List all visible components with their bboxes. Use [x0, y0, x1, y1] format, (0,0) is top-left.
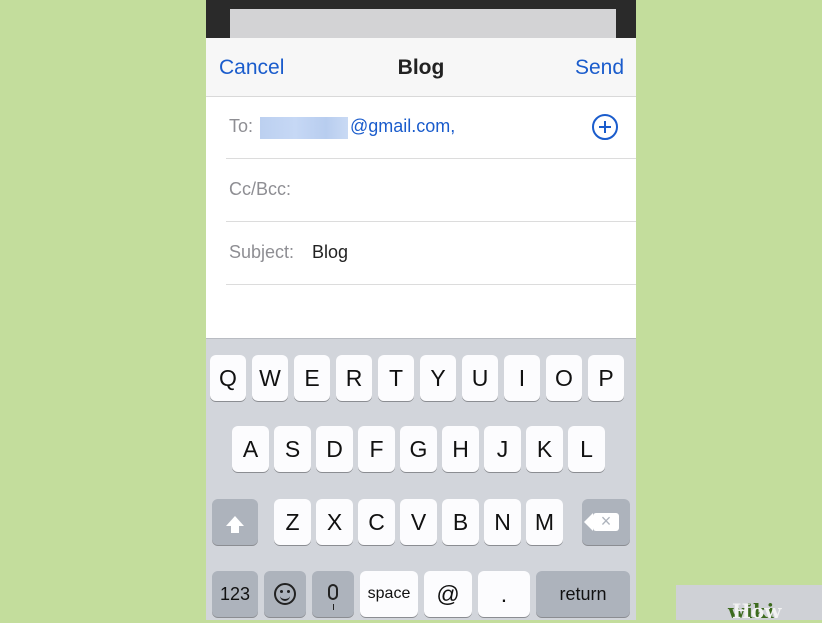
- add-contact-icon[interactable]: [592, 114, 618, 140]
- to-label: To:: [229, 116, 254, 136]
- compose-nav-bar: Cancel Blog Send: [206, 38, 636, 97]
- send-button[interactable]: Send: [575, 56, 624, 80]
- key-l[interactable]: L: [568, 426, 605, 472]
- subject-field[interactable]: Subject: Blog: [226, 222, 636, 285]
- key-a[interactable]: A: [232, 426, 269, 472]
- to-recipient[interactable]: @gmail.com,: [350, 116, 455, 137]
- shift-key[interactable]: [212, 499, 258, 545]
- subject-label: Subject:: [229, 242, 295, 262]
- numbers-key[interactable]: 123: [212, 571, 258, 617]
- space-key[interactable]: space: [360, 571, 418, 617]
- to-field[interactable]: To: @gmail.com,: [226, 96, 636, 159]
- delete-key[interactable]: [582, 499, 630, 545]
- key-u[interactable]: U: [462, 355, 498, 401]
- cc-bcc-field[interactable]: Cc/Bcc:: [226, 159, 636, 222]
- key-o[interactable]: O: [546, 355, 582, 401]
- key-z[interactable]: Z: [274, 499, 311, 545]
- key-w[interactable]: W: [252, 355, 288, 401]
- key-g[interactable]: G: [400, 426, 437, 472]
- key-f[interactable]: F: [358, 426, 395, 472]
- phone-screen: Cancel Blog Send To: @gmail.com, Cc/Bcc:…: [206, 0, 636, 620]
- dictation-key[interactable]: [312, 571, 354, 617]
- key-c[interactable]: C: [358, 499, 395, 545]
- key-h[interactable]: H: [442, 426, 479, 472]
- emoji-key[interactable]: [264, 571, 306, 617]
- subject-value[interactable]: Blog: [312, 242, 348, 263]
- watermark-how: How: [732, 599, 782, 623]
- cc-bcc-label: Cc/Bcc:: [229, 179, 292, 199]
- microphone-icon: [328, 583, 338, 610]
- key-n[interactable]: N: [484, 499, 521, 545]
- return-key[interactable]: return: [536, 571, 630, 617]
- shift-icon: [226, 516, 244, 533]
- key-p[interactable]: P: [588, 355, 624, 401]
- status-bar: [206, 0, 636, 38]
- key-t[interactable]: T: [378, 355, 414, 401]
- key-s[interactable]: S: [274, 426, 311, 472]
- key-i[interactable]: I: [504, 355, 540, 401]
- key-b[interactable]: B: [442, 499, 479, 545]
- key-v[interactable]: V: [400, 499, 437, 545]
- key-x[interactable]: X: [316, 499, 353, 545]
- status-bar-area: [230, 9, 616, 38]
- key-e[interactable]: E: [294, 355, 330, 401]
- period-key[interactable]: .: [478, 571, 530, 617]
- at-key[interactable]: @: [424, 571, 472, 617]
- key-d[interactable]: D: [316, 426, 353, 472]
- emoji-icon: [274, 582, 296, 605]
- key-r[interactable]: R: [336, 355, 372, 401]
- key-q[interactable]: Q: [210, 355, 246, 401]
- delete-icon: [584, 510, 619, 532]
- key-y[interactable]: Y: [420, 355, 456, 401]
- redacted-email-name: [260, 117, 348, 139]
- wikihow-watermark: wiki How: [676, 585, 822, 623]
- compose-title: Blog: [397, 56, 445, 79]
- key-k[interactable]: K: [526, 426, 563, 472]
- key-j[interactable]: J: [484, 426, 521, 472]
- keyboard: Q W E R T Y U I O P A S D F G H J K L Z …: [206, 338, 636, 620]
- key-m[interactable]: M: [526, 499, 563, 545]
